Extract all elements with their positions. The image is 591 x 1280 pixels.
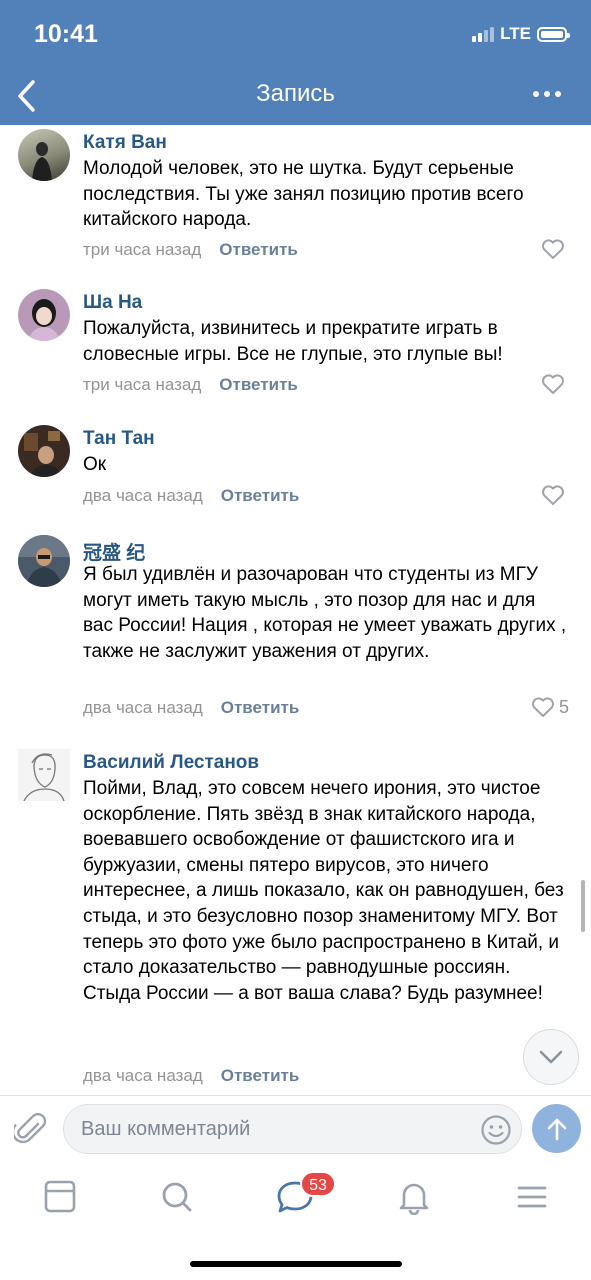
send-button[interactable] [532, 1104, 581, 1153]
reply-button[interactable]: Ответить [221, 1066, 300, 1085]
comment-meta: три часа назад Ответить [83, 375, 298, 395]
page-title: Запись [256, 80, 335, 107]
paperclip-icon[interactable] [14, 1110, 48, 1148]
network-label: LTE [500, 24, 531, 43]
avatar[interactable] [18, 289, 70, 341]
search-icon[interactable] [157, 1179, 197, 1215]
avatar[interactable] [18, 535, 70, 587]
arrow-up-icon [547, 1118, 566, 1140]
comment-author[interactable]: Катя Ван [83, 132, 167, 154]
avatar[interactable] [18, 129, 70, 181]
like-button[interactable] [541, 484, 569, 506]
avatar[interactable] [18, 749, 70, 801]
top-bar: 10:41 LTE Запись [0, 0, 591, 125]
status-time: 10:41 [34, 20, 98, 48]
comment-input[interactable]: Ваш комментарий [63, 1104, 522, 1154]
home-indicator[interactable] [190, 1261, 402, 1267]
like-button[interactable]: 5 [531, 696, 569, 718]
reply-button[interactable]: Ответить [219, 375, 298, 394]
like-button[interactable] [541, 373, 569, 395]
comment-time: два часа назад [83, 698, 203, 717]
messages-badge: 53 [300, 1171, 336, 1197]
heart-icon [542, 239, 564, 259]
heart-icon [532, 697, 554, 717]
comment-text: Я был удивлён и разочарован что студенты… [83, 564, 567, 662]
comment-author[interactable]: Ша На [83, 292, 142, 314]
comment-time: два часа назад [83, 1066, 203, 1085]
heart-icon [542, 485, 564, 505]
comment-text: Пойми, Влад, это совсем нечего ирония, э… [83, 778, 564, 1004]
reply-button[interactable]: Ответить [219, 240, 298, 259]
status-indicators: LTE [472, 24, 570, 44]
comment-meta: два часа назад Ответить [83, 486, 299, 506]
heart-icon [542, 374, 564, 394]
reply-button[interactable]: Ответить [221, 698, 300, 717]
comment-author[interactable]: Василий Лестанов [83, 752, 259, 774]
reply-button[interactable]: Ответить [221, 486, 300, 505]
more-options-icon[interactable] [533, 91, 561, 97]
comment-time: три часа назад [83, 375, 202, 394]
comment-input-placeholder: Ваш комментарий [81, 1118, 251, 1140]
comment-text: Ок [83, 454, 107, 475]
comment-item: 冠盛 纪 Я был удивлён и разочарован что сту… [0, 531, 591, 731]
comment-meta: два часа назад Ответить [83, 1066, 299, 1086]
comment-meta: три часа назад Ответить [83, 240, 298, 260]
scrollbar[interactable] [581, 880, 585, 932]
comment-time: три часа назад [83, 240, 202, 259]
comment-item: Василий Лестанов Пойми, Влад, это совсем… [0, 745, 591, 1095]
comment-item: Тан Тан Ок два часа назад Ответить [0, 421, 591, 521]
comment-compose-bar: Ваш комментарий [0, 1095, 591, 1166]
bell-icon[interactable] [394, 1179, 434, 1215]
comments-feed[interactable]: Катя Ван Молодой человек, это не шутка. … [0, 125, 591, 1095]
news-tab-icon[interactable] [40, 1179, 80, 1215]
comment-time: два часа назад [83, 486, 203, 505]
battery-icon [537, 26, 570, 42]
chevron-down-icon [539, 1050, 563, 1064]
comment-text: Пожалуйста, извинитесь и прекратите игра… [83, 318, 503, 365]
avatar[interactable] [18, 425, 70, 477]
comment-author[interactable]: 冠盛 纪 [83, 538, 145, 565]
comment-item: Катя Ван Молодой человек, это не шутка. … [0, 125, 591, 275]
signal-icon [472, 26, 495, 42]
menu-icon[interactable] [512, 1179, 552, 1215]
comment-meta: два часа назад Ответить [83, 698, 299, 718]
comment-text: Молодой человек, это не шутка. Будут сер… [83, 158, 524, 231]
comment-author[interactable]: Тан Тан [83, 428, 155, 450]
comment-item: Ша На Пожалуйста, извинитесь и прекратит… [0, 285, 591, 405]
like-button[interactable] [541, 238, 569, 260]
like-count: 5 [558, 696, 569, 717]
scroll-down-button[interactable] [523, 1029, 579, 1085]
emoji-icon[interactable] [480, 1114, 512, 1146]
